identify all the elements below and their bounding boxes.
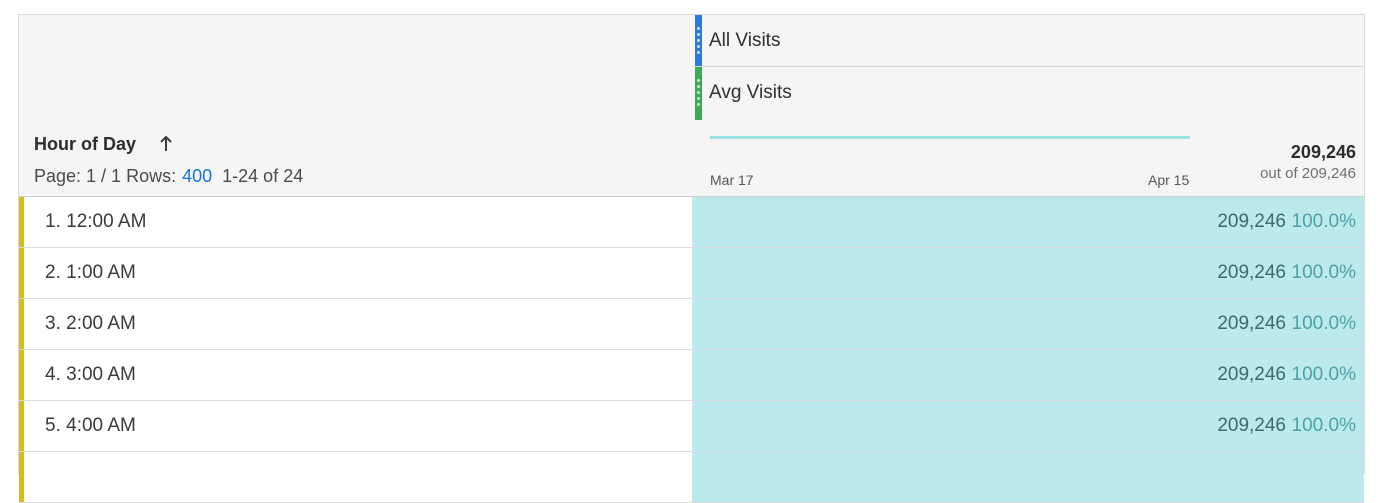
row-range: 1-24 of 24 [222,166,304,186]
pagination: Page: 1 / 1 Rows: 400 1-24 of 24 [34,166,303,187]
metric-cell[interactable]: 209,246 100.0% [692,197,1364,247]
segment-drag-handle[interactable] [695,67,702,120]
sparkline-end-date: Apr 15 [1148,172,1190,188]
cell-percent: 100.0% [1291,364,1356,385]
cell-percent: 100.0% [1291,415,1356,436]
metric-cell[interactable] [692,452,1364,502]
dimension-title[interactable]: Hour of Day [34,134,136,155]
row-label: 1. 12:00 AM [45,211,147,232]
arrow-up-icon[interactable] [159,134,173,154]
row-label: 5. 4:00 AM [45,415,136,436]
row-accent [19,248,24,298]
freeform-table: All Visits Avg Visits Hour of Day Page: … [18,14,1365,503]
cell-value: 209,246 [1217,262,1286,283]
cell-value: 209,246 [1217,364,1286,385]
table-row[interactable]: 1. 12:00 AM 209,246 100.0% [19,197,1364,248]
table-row[interactable]: 3. 2:00 AM 209,246 100.0% [19,299,1364,350]
cell-value: 209,246 [1217,415,1286,436]
row-accent [19,299,24,349]
rows-per-page-link[interactable]: 400 [182,166,212,186]
cell-percent: 100.0% [1291,313,1356,334]
sparkline-start-date: Mar 17 [710,172,754,188]
table-row[interactable]: 5. 4:00 AM 209,246 100.0% [19,401,1364,452]
table-body: 1. 12:00 AM 209,246 100.0% 2. 1:00 AM 20… [19,197,1364,503]
segment-header: All Visits Avg Visits [19,15,1364,121]
segment-label: All Visits [709,30,781,51]
cell-value: 209,246 [1217,211,1286,232]
segment-header-empty [19,15,692,120]
segment-avg-visits[interactable]: Avg Visits [692,67,1364,120]
metric-cell[interactable]: 209,246 100.0% [692,248,1364,298]
cell-percent: 100.0% [1291,211,1356,232]
table-row[interactable]: 2. 1:00 AM 209,246 100.0% [19,248,1364,299]
metric-total: 209,246 [1290,142,1356,162]
column-header: Hour of Day Page: 1 / 1 Rows: 400 1-24 of … [19,120,1364,197]
table-row-partial[interactable] [19,452,1364,503]
cell-value: 209,246 [1217,313,1286,334]
metric-cell[interactable]: 209,246 100.0% [692,401,1364,451]
row-accent [19,350,24,400]
page-indicator: Page: 1 / 1 [34,166,122,186]
segment-label: Avg Visits [709,82,792,103]
row-accent [19,401,24,451]
rows-label: Rows: [126,166,177,186]
table-row[interactable]: 4. 3:00 AM 209,246 100.0% [19,350,1364,401]
segment-all-visits[interactable]: All Visits [692,15,1364,67]
row-label: 2. 1:00 AM [45,262,136,283]
sparkline [710,136,1190,139]
row-accent [19,452,24,502]
row-label: 4. 3:00 AM [45,364,136,385]
row-label: 3. 2:00 AM [45,313,136,334]
segment-drag-handle[interactable] [695,15,702,66]
cell-percent: 100.0% [1291,262,1356,283]
row-accent [19,197,24,247]
metric-cell[interactable]: 209,246 100.0% [692,299,1364,349]
metric-cell[interactable]: 209,246 100.0% [692,350,1364,400]
metric-total-out-of: out of 209,246 [1260,165,1356,182]
